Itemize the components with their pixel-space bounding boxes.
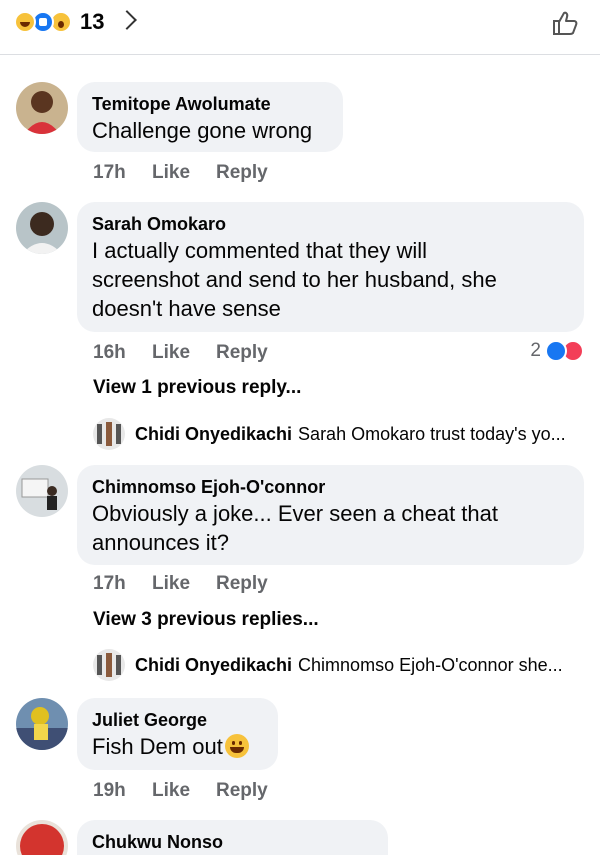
avatar[interactable]	[93, 418, 125, 450]
comment-author[interactable]: Sarah Omokaro	[92, 212, 569, 236]
comment-bubble: Juliet George Fish Dem out	[77, 698, 278, 770]
comment-actions: 19h Like Reply	[93, 780, 268, 802]
reactions-summary[interactable]: 13	[14, 9, 104, 35]
reply-button[interactable]: Reply	[216, 573, 268, 595]
reply-button[interactable]: Reply	[216, 162, 268, 184]
avatar[interactable]	[16, 82, 68, 134]
reply-button[interactable]: Reply	[216, 780, 268, 802]
reactions-bar: 13	[0, 0, 600, 55]
avatar[interactable]	[16, 465, 68, 517]
comment-text-line: Obviously a joke... Ever seen a cheat th…	[92, 501, 499, 526]
comment-time[interactable]: 16h	[93, 342, 152, 364]
comment-text-line: I actually commented that they will	[92, 238, 428, 263]
reply-button[interactable]: Reply	[216, 342, 268, 364]
reply-text: Sarah Omokaro trust today's yo...	[298, 423, 566, 444]
view-previous-replies-link[interactable]: View 1 previous reply...	[93, 377, 301, 399]
comment-time[interactable]: 17h	[93, 162, 152, 184]
comment-time[interactable]: 17h	[93, 573, 152, 595]
comment-text-line: screenshot and send to her husband, she	[92, 267, 497, 292]
comment-text-line: doesn't have sense	[92, 296, 281, 321]
like-button[interactable]: Like	[152, 780, 216, 802]
comment-text-content: Fish Dem out	[92, 734, 223, 759]
like-button[interactable]: Like	[152, 162, 216, 184]
reply-author[interactable]: Chidi Onyedikachi	[135, 655, 292, 676]
thumbs-up-outline-icon[interactable]	[550, 8, 580, 38]
reply-author[interactable]: Chidi Onyedikachi	[135, 424, 292, 445]
comment-author[interactable]: Chimnomso Ejoh-O'connor	[92, 475, 569, 499]
comment-text-line: announces it?	[92, 530, 229, 555]
reply-preview[interactable]: Chidi Onyedikachi Sarah Omokaro trust to…	[93, 418, 566, 450]
avatar[interactable]	[16, 820, 68, 855]
comment-author[interactable]: Juliet George	[92, 708, 263, 732]
comment-bubble: Chukwu Nonso	[77, 820, 388, 855]
comment-time[interactable]: 19h	[93, 780, 152, 802]
comment-author[interactable]: Chukwu Nonso	[92, 830, 373, 854]
comment-bubble: Sarah Omokaro I actually commented that …	[77, 202, 584, 332]
avatar[interactable]	[16, 202, 68, 254]
reply-preview[interactable]: Chidi Onyedikachi Chimnomso Ejoh-O'conno…	[93, 649, 563, 681]
comment-actions: 16h Like Reply	[93, 342, 268, 364]
chevron-right-icon[interactable]	[117, 10, 137, 30]
avatar[interactable]	[93, 649, 125, 681]
reply-text: Chimnomso Ejoh-O'connor she...	[298, 654, 563, 675]
like-reaction-icon	[545, 340, 567, 362]
like-button[interactable]: Like	[152, 342, 216, 364]
comment-bubble: Chimnomso Ejoh-O'connor Obviously a joke…	[77, 465, 584, 565]
comment-actions: 17h Like Reply	[93, 573, 268, 595]
comment-actions: 17h Like Reply	[93, 162, 268, 184]
comment-text: Fish Dem out	[92, 732, 263, 761]
grinning-emoji-icon	[224, 734, 249, 758]
comment-bubble: Temitope Awolumate Challenge gone wrong	[77, 82, 343, 152]
comment-reactions[interactable]: 2	[530, 340, 584, 362]
view-previous-replies-link[interactable]: View 3 previous replies...	[93, 609, 319, 631]
comment-reaction-count: 2	[530, 340, 541, 361]
reaction-count: 13	[80, 9, 105, 34]
like-button[interactable]: Like	[152, 573, 216, 595]
comment-author[interactable]: Temitope Awolumate	[92, 92, 328, 116]
laugh-emoji-icon	[14, 11, 36, 33]
comment-text: Challenge gone wrong	[92, 118, 313, 143]
avatar[interactable]	[16, 698, 68, 750]
